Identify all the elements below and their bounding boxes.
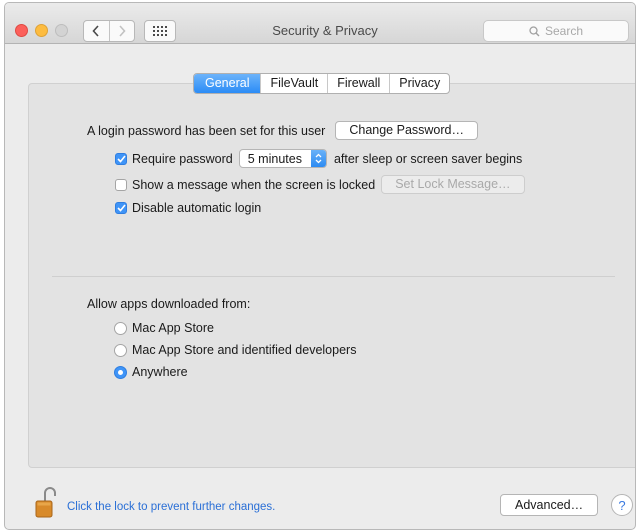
radio-button-selected[interactable] xyxy=(114,365,127,379)
radio-dot xyxy=(118,369,123,375)
search-field[interactable]: Search xyxy=(483,20,629,42)
checkmark-icon xyxy=(116,154,126,163)
back-button[interactable] xyxy=(84,21,109,41)
radio-button[interactable] xyxy=(114,343,127,357)
back-forward-group xyxy=(83,20,135,42)
require-password-suffix: after sleep or screen saver begins xyxy=(333,151,523,166)
login-password-row: A login password has been set for this u… xyxy=(87,121,478,140)
title-bar: Security & Privacy Search xyxy=(5,3,635,44)
zoom-button[interactable] xyxy=(55,24,68,37)
advanced-button[interactable]: Advanced… xyxy=(500,494,599,516)
chevron-left-icon xyxy=(92,25,99,37)
forward-button[interactable] xyxy=(108,21,135,41)
disable-autologin-row: Disable automatic login xyxy=(115,201,261,215)
allow-apps-heading-row: Allow apps downloaded from: xyxy=(87,297,250,311)
require-password-label: Require password xyxy=(132,151,233,166)
section-divider xyxy=(52,276,615,277)
disable-autologin-label: Disable automatic login xyxy=(132,201,262,215)
radio-label: Mac App Store xyxy=(132,321,214,335)
radio-option-mac-app-store[interactable]: Mac App Store xyxy=(114,321,214,335)
show-all-button[interactable] xyxy=(144,20,176,42)
tab-privacy[interactable]: Privacy xyxy=(389,74,449,93)
minimize-button[interactable] xyxy=(35,24,48,37)
show-message-row: Show a message when the screen is locked… xyxy=(115,175,525,194)
tab-bar: General FileVault Firewall Privacy xyxy=(193,73,451,94)
radio-label: Anywhere xyxy=(132,365,188,379)
password-delay-popup[interactable]: 5 minutes xyxy=(238,149,327,168)
login-password-text: A login password has been set for this u… xyxy=(87,123,326,138)
tab-filevault[interactable]: FileVault xyxy=(260,74,327,93)
lock-message[interactable]: Click the lock to prevent further change… xyxy=(67,501,275,513)
radio-option-identified-developers[interactable]: Mac App Store and identified developers xyxy=(114,343,356,357)
set-lock-message-button[interactable]: Set Lock Message… xyxy=(381,175,525,194)
chevron-right-icon xyxy=(119,25,126,37)
allow-apps-heading: Allow apps downloaded from: xyxy=(87,297,251,311)
close-button[interactable] xyxy=(15,24,28,37)
radio-option-anywhere[interactable]: Anywhere xyxy=(114,365,188,379)
help-button[interactable]: ? xyxy=(611,494,633,516)
popup-arrows-icon xyxy=(310,150,326,167)
require-password-checkbox[interactable] xyxy=(115,152,127,165)
show-message-checkbox[interactable] xyxy=(115,178,127,191)
padlock-open-icon[interactable] xyxy=(35,485,57,519)
require-password-row: Require password 5 minutes after sleep o… xyxy=(115,149,522,168)
radio-button[interactable] xyxy=(114,321,127,335)
tab-general[interactable]: General xyxy=(194,74,261,93)
grid-icon xyxy=(153,26,167,36)
security-privacy-window: Security & Privacy Search General FileVa… xyxy=(4,2,636,530)
change-password-button[interactable]: Change Password… xyxy=(335,121,478,140)
radio-label: Mac App Store and identified developers xyxy=(132,343,357,357)
search-icon xyxy=(529,25,540,36)
tab-firewall[interactable]: Firewall xyxy=(327,74,389,93)
checkmark-icon xyxy=(116,204,126,212)
disable-autologin-checkbox[interactable] xyxy=(115,202,127,214)
show-message-label: Show a message when the screen is locked xyxy=(132,177,376,192)
window-title: Security & Privacy xyxy=(272,23,378,38)
password-delay-value: 5 minutes xyxy=(247,151,302,166)
search-placeholder: Search xyxy=(544,24,584,38)
